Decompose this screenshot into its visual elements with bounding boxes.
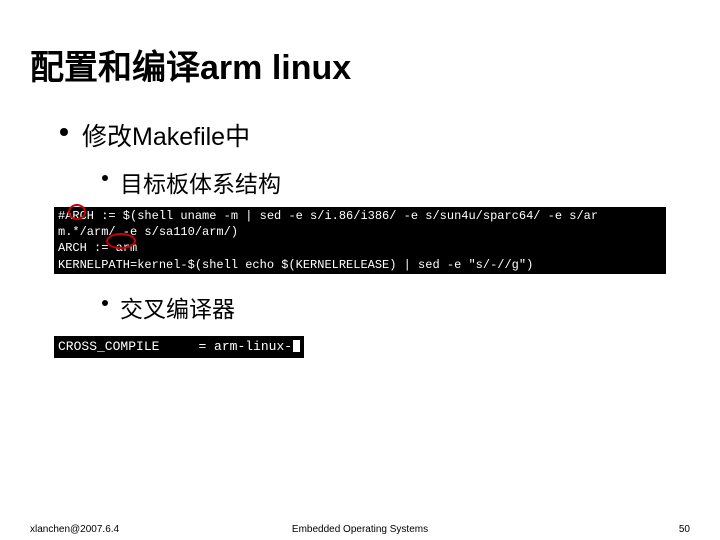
code-block-cross-wrap: CROSS_COMPILE = arm-linux- [30, 332, 666, 374]
bullet-dot-icon [102, 300, 108, 306]
cursor-icon [293, 340, 300, 352]
bullet-level2-a: 目标板体系结构 [102, 165, 690, 199]
footer-center: Embedded Operating Systems [0, 524, 720, 535]
code-line: ARCH := arm [58, 240, 662, 256]
bullet-dot-icon [60, 128, 68, 136]
code-text: CROSS_COMPILE [58, 339, 159, 354]
bullet-level2-b: 交叉编译器 [102, 290, 690, 324]
slide: 配置和编译arm linux 修改Makefile中 目标板体系结构 #ARCH… [0, 0, 720, 540]
code-block-arch: #ARCH := $(shell uname -m | sed -e s/i.8… [54, 207, 666, 274]
slide-title: 配置和编译arm linux [30, 40, 690, 89]
bullet-l2a-text: 目标板体系结构 [120, 165, 281, 199]
code-line: m.*/arm/ -e s/sa110/arm/) [58, 224, 662, 240]
bullet-dot-icon [102, 175, 108, 181]
bullet-l1-text: 修改Makefile中 [82, 117, 250, 153]
code-line: KERNELPATH=kernel-$(shell echo $(KERNELR… [58, 257, 662, 273]
footer-page-number: 50 [679, 524, 690, 535]
bullet-l2b-text: 交叉编译器 [120, 290, 235, 324]
code-line: #ARCH := $(shell uname -m | sed -e s/i.8… [58, 208, 662, 224]
bullet-level1: 修改Makefile中 [60, 117, 690, 153]
code-block-cross: CROSS_COMPILE = arm-linux- [54, 336, 304, 358]
code-text: = arm-linux- [198, 339, 292, 354]
